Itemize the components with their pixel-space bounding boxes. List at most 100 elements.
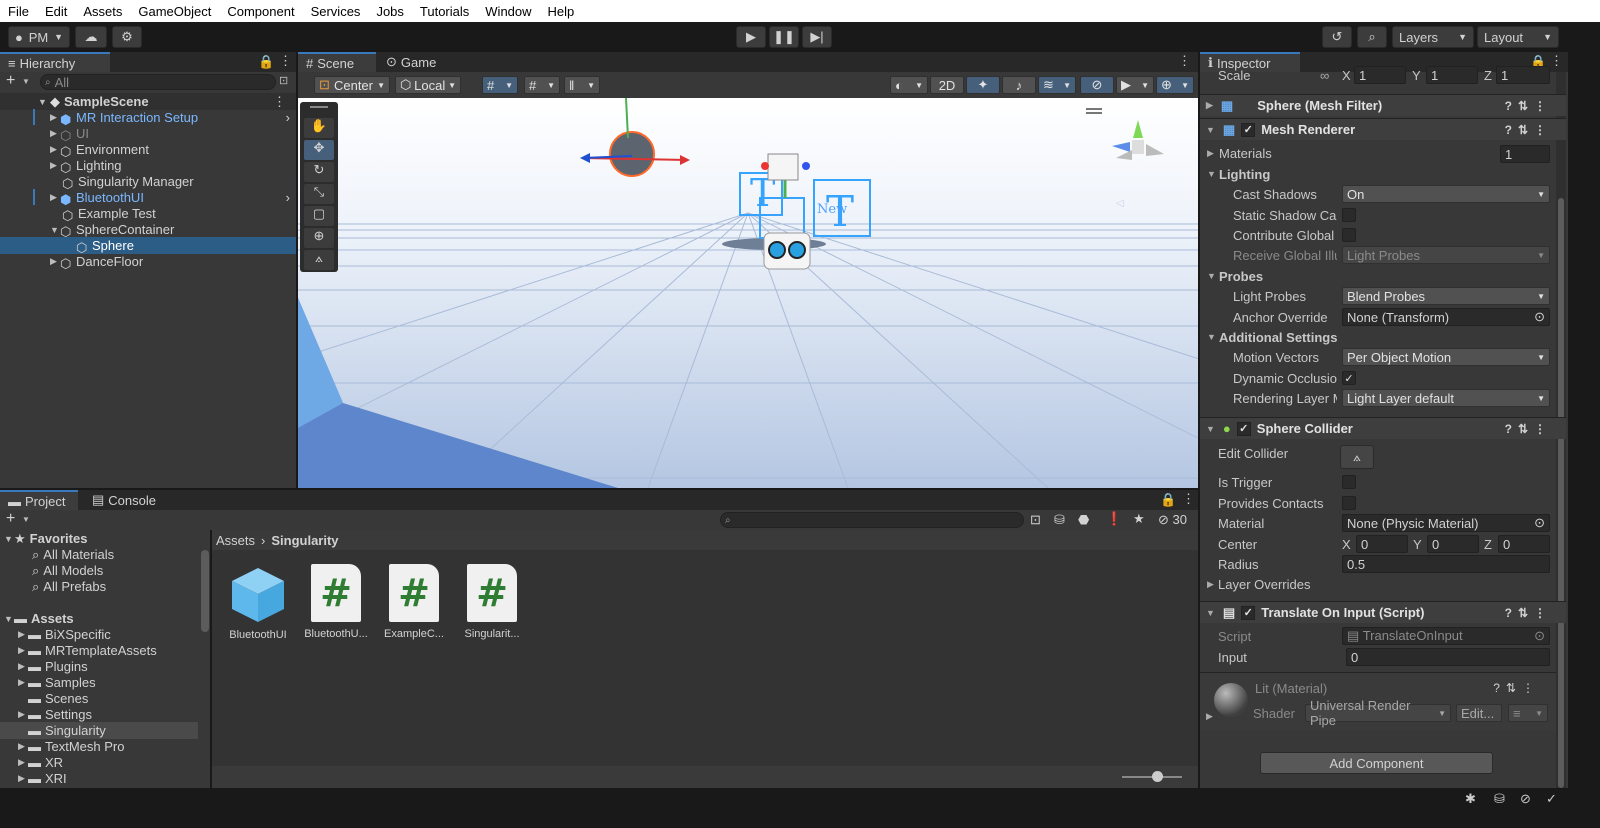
history-button[interactable]: ↺ bbox=[1322, 26, 1352, 48]
favorites-header[interactable]: ▼ ★ Favorites bbox=[4, 530, 87, 547]
hierarchy-item[interactable]: ⬡ Singularity Manager bbox=[0, 173, 296, 191]
motion-vectors-dropdown[interactable]: Per Object Motion ▼ bbox=[1342, 348, 1550, 366]
tab-console[interactable]: ▤ Console bbox=[84, 490, 164, 510]
component-header-icons[interactable]: ?⇅⋮ bbox=[1505, 99, 1552, 113]
add-icon[interactable]: + bbox=[6, 72, 15, 90]
rendering-layer-dropdown[interactable]: Light Layer default ▼ bbox=[1342, 389, 1550, 407]
inspector-scrollbar-thumb[interactable] bbox=[1558, 198, 1564, 788]
hand-tool-button[interactable]: ✋ bbox=[304, 118, 334, 138]
expand-arrow-icon[interactable]: ▶ bbox=[50, 112, 60, 123]
folder-item[interactable]: ▶ ▬ XRI bbox=[18, 770, 67, 787]
label-tag-icon[interactable]: ⬣ bbox=[1078, 512, 1089, 528]
favorite-item[interactable]: ⌕ All Materials bbox=[32, 546, 114, 563]
cloud-button[interactable]: ☁ bbox=[75, 26, 107, 48]
enabled-checkbox[interactable]: ✓ bbox=[1241, 122, 1256, 137]
component-header-mesh-filter[interactable]: ▶ ▦ Sphere (Mesh Filter) ?⇅⋮ bbox=[1200, 94, 1566, 116]
folder-item[interactable]: ▶ ▬ TextMesh Pro bbox=[18, 738, 124, 755]
chevron-right-icon[interactable]: › bbox=[286, 190, 290, 205]
menu-file[interactable]: File bbox=[0, 4, 37, 19]
hidden-packages-button[interactable]: ⊘ 30 bbox=[1158, 512, 1187, 528]
2d-toggle[interactable]: 2D bbox=[930, 76, 964, 94]
custom-tool-button[interactable]: ⟑ bbox=[304, 250, 334, 270]
expand-arrow-icon[interactable]: ▼ bbox=[38, 97, 48, 107]
folder-item-selected[interactable]: ▬ Singularity bbox=[0, 722, 198, 739]
expand-arrow-icon[interactable]: ▶ bbox=[18, 677, 28, 688]
expand-arrow-icon[interactable]: ▶ bbox=[18, 629, 28, 640]
chevron-right-icon[interactable]: › bbox=[286, 110, 290, 125]
expand-arrow-icon[interactable]: ▼ bbox=[1207, 169, 1216, 179]
radius-field[interactable]: 0.5 bbox=[1342, 555, 1550, 573]
hierarchy-item[interactable]: ⬡ Example Test bbox=[0, 205, 296, 223]
expand-arrow-icon[interactable]: ▶ bbox=[1206, 100, 1213, 111]
chevron-down-icon[interactable]: ▼ bbox=[22, 77, 30, 86]
drag-handle[interactable] bbox=[310, 106, 328, 108]
enabled-checkbox[interactable]: ✓ bbox=[1241, 605, 1256, 620]
expand-arrow-icon[interactable]: ▶ bbox=[18, 709, 28, 720]
dynamic-occlusion-checkbox[interactable]: ✓ bbox=[1342, 371, 1356, 385]
link-icon[interactable]: ∞ bbox=[1320, 68, 1329, 83]
tab-hierarchy[interactable]: ≡ Hierarchy bbox=[0, 52, 110, 72]
ruler-toggle[interactable]: ‖ ▼ bbox=[564, 76, 600, 94]
progress-icon[interactable]: ⊘ bbox=[1520, 791, 1531, 807]
add-icon[interactable]: + bbox=[6, 510, 15, 528]
cast-shadows-dropdown[interactable]: On ▼ bbox=[1342, 185, 1550, 203]
scale-x-field[interactable]: 1 bbox=[1354, 66, 1406, 84]
component-header-script[interactable]: ▼ ▤ ✓ Translate On Input (Script) ?⇅⋮ bbox=[1200, 601, 1566, 623]
lock-icon[interactable]: 🔒 bbox=[1160, 492, 1176, 508]
enabled-checkbox[interactable]: ✓ bbox=[1236, 421, 1251, 436]
hierarchy-item[interactable]: ▶ ⬢ BluetoothUI › bbox=[0, 189, 296, 207]
scene-row[interactable]: ▼ ◆ SampleScene ⋮ bbox=[0, 93, 296, 110]
warning-icon[interactable]: ❗ bbox=[1106, 511, 1122, 527]
folder-item[interactable]: ▶ ▬ Settings bbox=[18, 706, 92, 723]
anchor-override-field[interactable]: None (Transform) ⊙ bbox=[1342, 308, 1550, 326]
increment-snap-toggle[interactable]: # ▼ bbox=[524, 76, 560, 94]
expand-arrow-icon[interactable]: ▼ bbox=[1206, 608, 1215, 618]
scale-y-field[interactable]: 1 bbox=[1426, 66, 1478, 84]
is-trigger-checkbox[interactable] bbox=[1342, 475, 1356, 489]
folder-item[interactable]: ▶ ▬ Plugins bbox=[18, 658, 88, 675]
expand-arrow-icon[interactable]: ▶ bbox=[18, 645, 28, 656]
database-icon[interactable]: ⛁ bbox=[1494, 791, 1505, 807]
menu-assets[interactable]: Assets bbox=[75, 4, 130, 19]
asset-item[interactable]: BluetoothUI bbox=[222, 564, 294, 641]
expand-arrow-icon[interactable]: ▶ bbox=[50, 160, 60, 171]
menu-gameobject[interactable]: GameObject bbox=[130, 4, 219, 19]
component-header-icons[interactable]: ?⇅⋮ bbox=[1493, 681, 1540, 695]
search-filter-icon[interactable]: ⊡ bbox=[279, 74, 288, 87]
folder-item[interactable]: ▶ ▬ Samples bbox=[18, 674, 96, 691]
search-filter-icon[interactable]: ⊡ bbox=[1030, 512, 1041, 528]
menu-help[interactable]: Help bbox=[540, 4, 583, 19]
rotate-tool-button[interactable]: ↻ bbox=[304, 162, 334, 182]
expand-arrow-icon[interactable]: ▼ bbox=[1207, 271, 1216, 281]
menu-edit[interactable]: Edit bbox=[37, 4, 75, 19]
edit-collider-button[interactable]: ⟑ bbox=[1340, 445, 1374, 469]
center-z-field[interactable]: 0 bbox=[1498, 535, 1550, 553]
favorite-item[interactable]: ⌕ All Models bbox=[32, 562, 103, 579]
project-search-input[interactable]: ⌕ bbox=[720, 512, 1024, 528]
scale-z-field[interactable]: 1 bbox=[1496, 66, 1550, 84]
layers-dropdown[interactable]: Layers ▼ bbox=[1392, 26, 1474, 48]
favorite-item[interactable]: ⌕ All Prefabs bbox=[32, 578, 106, 595]
transform-tool-button[interactable]: ⊕ bbox=[304, 228, 334, 248]
folder-item[interactable]: ▶ ▬ MRTemplateAssets bbox=[18, 642, 157, 659]
hierarchy-item[interactable]: ▶ ⬡ UI bbox=[0, 125, 296, 143]
expand-arrow-icon[interactable]: ▼ bbox=[1207, 332, 1216, 342]
provides-contacts-checkbox[interactable] bbox=[1342, 496, 1356, 510]
expand-arrow-icon[interactable]: ▶ bbox=[18, 773, 28, 784]
expand-arrow-icon[interactable]: ▶ bbox=[50, 192, 60, 203]
checkmark-icon[interactable]: ✓ bbox=[1546, 791, 1557, 807]
assets-header[interactable]: ▼ ▬ Assets bbox=[4, 610, 74, 627]
folder-item[interactable]: ▬ Scenes bbox=[28, 690, 88, 707]
materials-count-field[interactable]: 1 bbox=[1500, 145, 1550, 163]
physic-material-field[interactable]: None (Physic Material) ⊙ bbox=[1342, 514, 1550, 532]
type-filter-icon[interactable]: ⛁ bbox=[1054, 512, 1065, 528]
menu-tutorials[interactable]: Tutorials bbox=[412, 4, 477, 19]
effects-dropdown[interactable]: ≋ ▼ bbox=[1038, 76, 1076, 94]
folder-item[interactable]: ▶ ▬ BiXSpecific bbox=[18, 626, 111, 643]
tab-game[interactable]: ⊙ Game bbox=[378, 52, 448, 72]
folder-tree-scrollbar[interactable] bbox=[201, 550, 209, 632]
scale-tool-button[interactable]: ⤡ bbox=[304, 184, 334, 204]
expand-arrow-icon[interactable]: ▶ bbox=[18, 661, 28, 672]
static-shadow-checkbox[interactable] bbox=[1342, 208, 1356, 222]
expand-arrow-icon[interactable]: ▶ bbox=[18, 757, 28, 768]
